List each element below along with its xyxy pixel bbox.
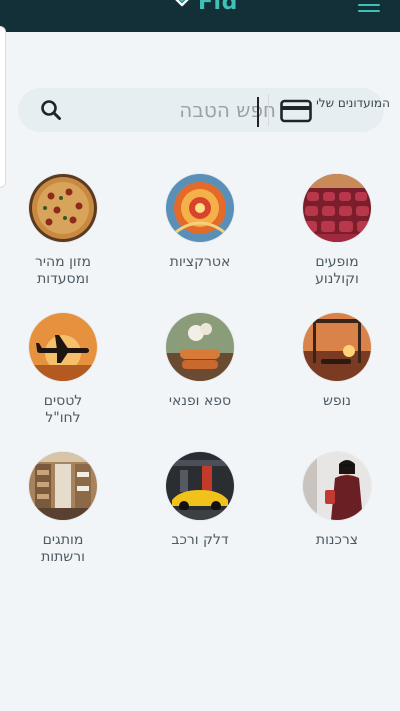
side-drawer-tab[interactable]	[0, 26, 6, 188]
category-brands-chains[interactable]: מותגים ורשתות	[3, 452, 123, 566]
my-clubs-label[interactable]: המועדונים שלי	[314, 96, 392, 110]
app-logo[interactable]: Fid	[170, 0, 238, 15]
category-spa-leisure[interactable]: ספא ופנאי	[140, 313, 260, 410]
consumer-image	[303, 452, 371, 520]
search-bar: המועדונים שלי	[18, 88, 390, 132]
category-attractions[interactable]: אטרקציות	[140, 174, 260, 271]
category-label: צרכנות	[315, 532, 359, 548]
category-label: מופעים וקולנוע	[315, 254, 359, 287]
category-fast-food-restaurants[interactable]: מזון מהיר ומסעדות	[3, 174, 123, 288]
category-label: נופש	[322, 393, 352, 409]
text-caret	[257, 97, 259, 127]
fast-food-image	[29, 174, 97, 242]
category-label: ספא ופנאי	[168, 393, 232, 409]
category-label: דלק ורכב	[171, 532, 229, 548]
category-label: אטרקציות	[169, 254, 231, 270]
credit-card-icon[interactable]	[280, 99, 312, 123]
category-label: מותגים ורשתות	[41, 532, 85, 565]
attractions-image	[166, 174, 234, 242]
category-label: מזון מהיר ומסעדות	[34, 254, 92, 287]
category-flights-abroad[interactable]: לטסים לחו"ל	[3, 313, 123, 427]
logo-text: Fid	[198, 0, 238, 15]
search-divider	[268, 94, 269, 126]
shows-cinema-image	[303, 174, 371, 242]
brands-chains-image	[29, 452, 97, 520]
hamburger-menu-icon[interactable]	[358, 0, 380, 12]
vacation-image	[303, 313, 371, 381]
top-bar: Fid	[0, 0, 400, 32]
category-vacation[interactable]: נופש	[277, 313, 397, 410]
logo-icon	[175, 0, 189, 7]
category-fuel-car[interactable]: דלק ורכב	[140, 452, 260, 549]
search-icon[interactable]	[40, 99, 62, 121]
fuel-car-image	[166, 452, 234, 520]
category-label: לטסים לחו"ל	[43, 393, 83, 426]
spa-image	[166, 313, 234, 381]
category-shows-cinema[interactable]: מופעים וקולנוע	[277, 174, 397, 288]
search-input[interactable]	[78, 94, 276, 126]
category-consumer[interactable]: צרכנות	[277, 452, 397, 549]
flights-image	[29, 313, 97, 381]
